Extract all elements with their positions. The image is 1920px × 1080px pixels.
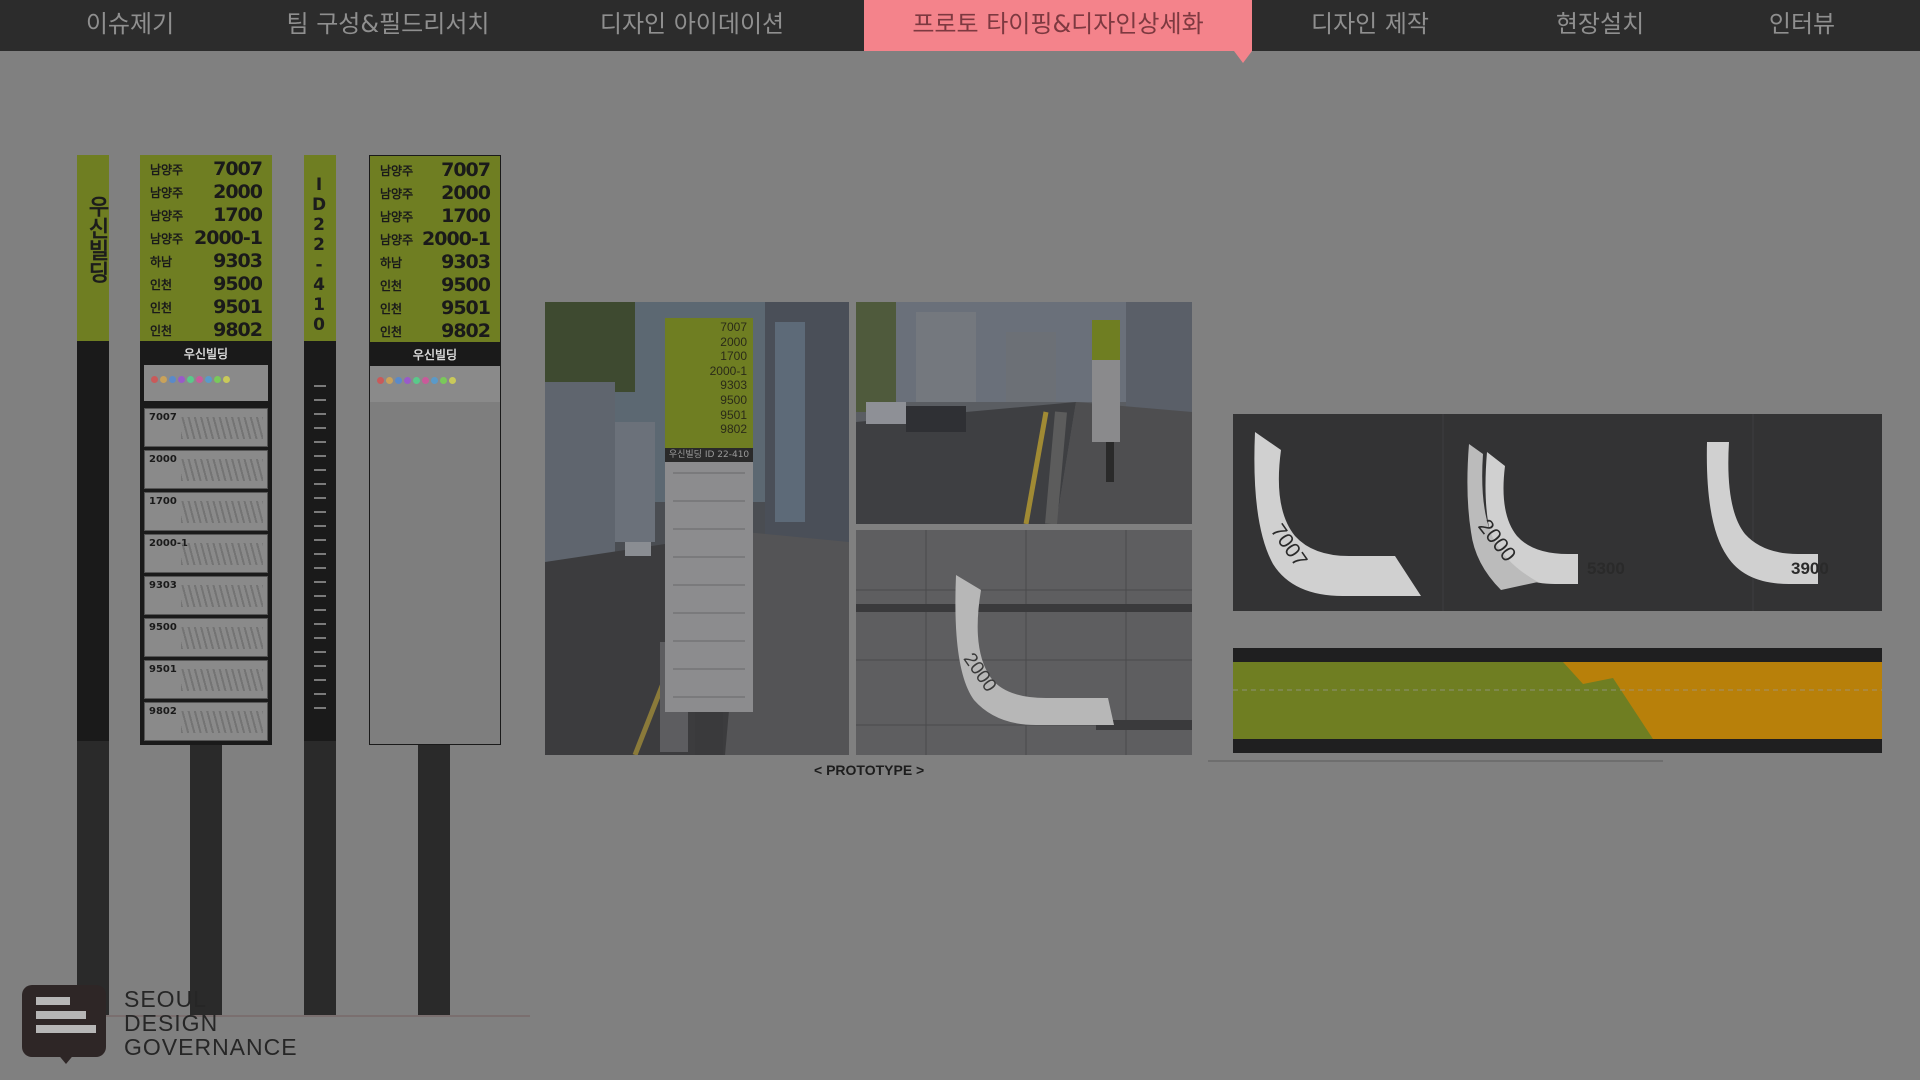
logo-text-line2: DESIGN	[124, 1010, 219, 1036]
logo-tail	[56, 1052, 76, 1064]
map-route-row: 9500	[144, 618, 268, 657]
nav-item-installation[interactable]: 현장설치	[1520, 0, 1680, 51]
map-route-row: 1700	[144, 492, 268, 531]
photo-sign-green-panel: 7007 2000 1700 2000-1 9303 9500 9501 9802	[665, 318, 753, 448]
top-nav: 이슈제기 팀 구성&필드리서치 디자인 아이데이션 프로토 타이핑&디자인상세화…	[0, 0, 1920, 51]
stop-name-label: 우신빌딩	[412, 348, 458, 362]
floor-marker-design-panel: 7007 2000 5300 3900	[1233, 414, 1882, 611]
route-list: 남양주 7007 남양주 2000 남양주 1700 남양주 2000-1 하남 9303…	[370, 156, 500, 342]
sign-vertical-stop-name: 우신빌딩	[84, 195, 109, 283]
map-route-row: 9802	[144, 702, 268, 741]
stop-dots-strip	[370, 366, 500, 403]
nav-item-team-research[interactable]: 팀 구성&필드리서치	[262, 0, 514, 51]
divider-line	[1208, 760, 1663, 762]
sign-pole-narrow: 우신빌딩	[77, 155, 109, 1015]
floor-marker-photo: 2000	[856, 530, 1192, 755]
map-route-row: 9501	[144, 660, 268, 699]
map-route-row: 7007	[144, 408, 268, 447]
logo-text-line3: GOVERNANCE	[124, 1034, 298, 1060]
nav-item-prototyping[interactable]: 프로토 타이핑&디자인상세화	[864, 0, 1252, 51]
nav-item-ideation[interactable]: 디자인 아이데이션	[572, 0, 812, 51]
nav-item-interview[interactable]: 인터뷰	[1722, 0, 1882, 51]
map-route-row: 9303	[144, 576, 268, 615]
active-tab-marker	[1234, 51, 1252, 63]
nav-item-production[interactable]: 디자인 제작	[1290, 0, 1450, 51]
map-route-row: 2000	[144, 450, 268, 489]
seoul-design-governance-logo	[22, 985, 106, 1057]
nav-item-issue[interactable]: 이슈제기	[50, 0, 210, 51]
prototype-caption: < PROTOTYPE >	[814, 762, 925, 778]
map-route-row: 2000-1	[144, 534, 268, 573]
route-list: 남양주 7007 남양주 2000 남양주 1700 남양주 2000-1 하남 9303…	[140, 155, 272, 341]
sign-panel-blank: 남양주 7007 남양주 2000 남양주 1700 남양주 2000-1 하남 9303…	[369, 155, 501, 745]
sign-pole	[418, 745, 450, 1015]
stop-dots-strip	[144, 365, 268, 401]
sign-panel-with-map: 남양주 7007 남양주 2000 남양주 1700 남양주 2000-1 하남 9303…	[140, 155, 272, 745]
sign-vertical-id: ID22-410	[309, 175, 329, 335]
stop-name-label: 우신빌딩	[183, 347, 229, 361]
floor-marker-label: 5300	[1587, 559, 1625, 578]
sign-pole-id: ID22-410	[304, 155, 336, 1015]
sign-pole	[190, 745, 222, 1015]
photo-sign-map	[665, 462, 753, 712]
photo-sign-stop-label: 우신빌딩 ID 22-410	[665, 448, 753, 462]
street-photo-road	[856, 302, 1192, 524]
street-photo-sign: 7007 2000 1700 2000-1 9303 9500 9501 9802 우신빌딩…	[545, 302, 849, 755]
blank-map-area	[370, 402, 500, 744]
logo-text-line1: SEOUL	[124, 986, 207, 1012]
color-strip-panel	[1233, 648, 1882, 753]
floor-marker-label: 3900	[1791, 559, 1829, 578]
